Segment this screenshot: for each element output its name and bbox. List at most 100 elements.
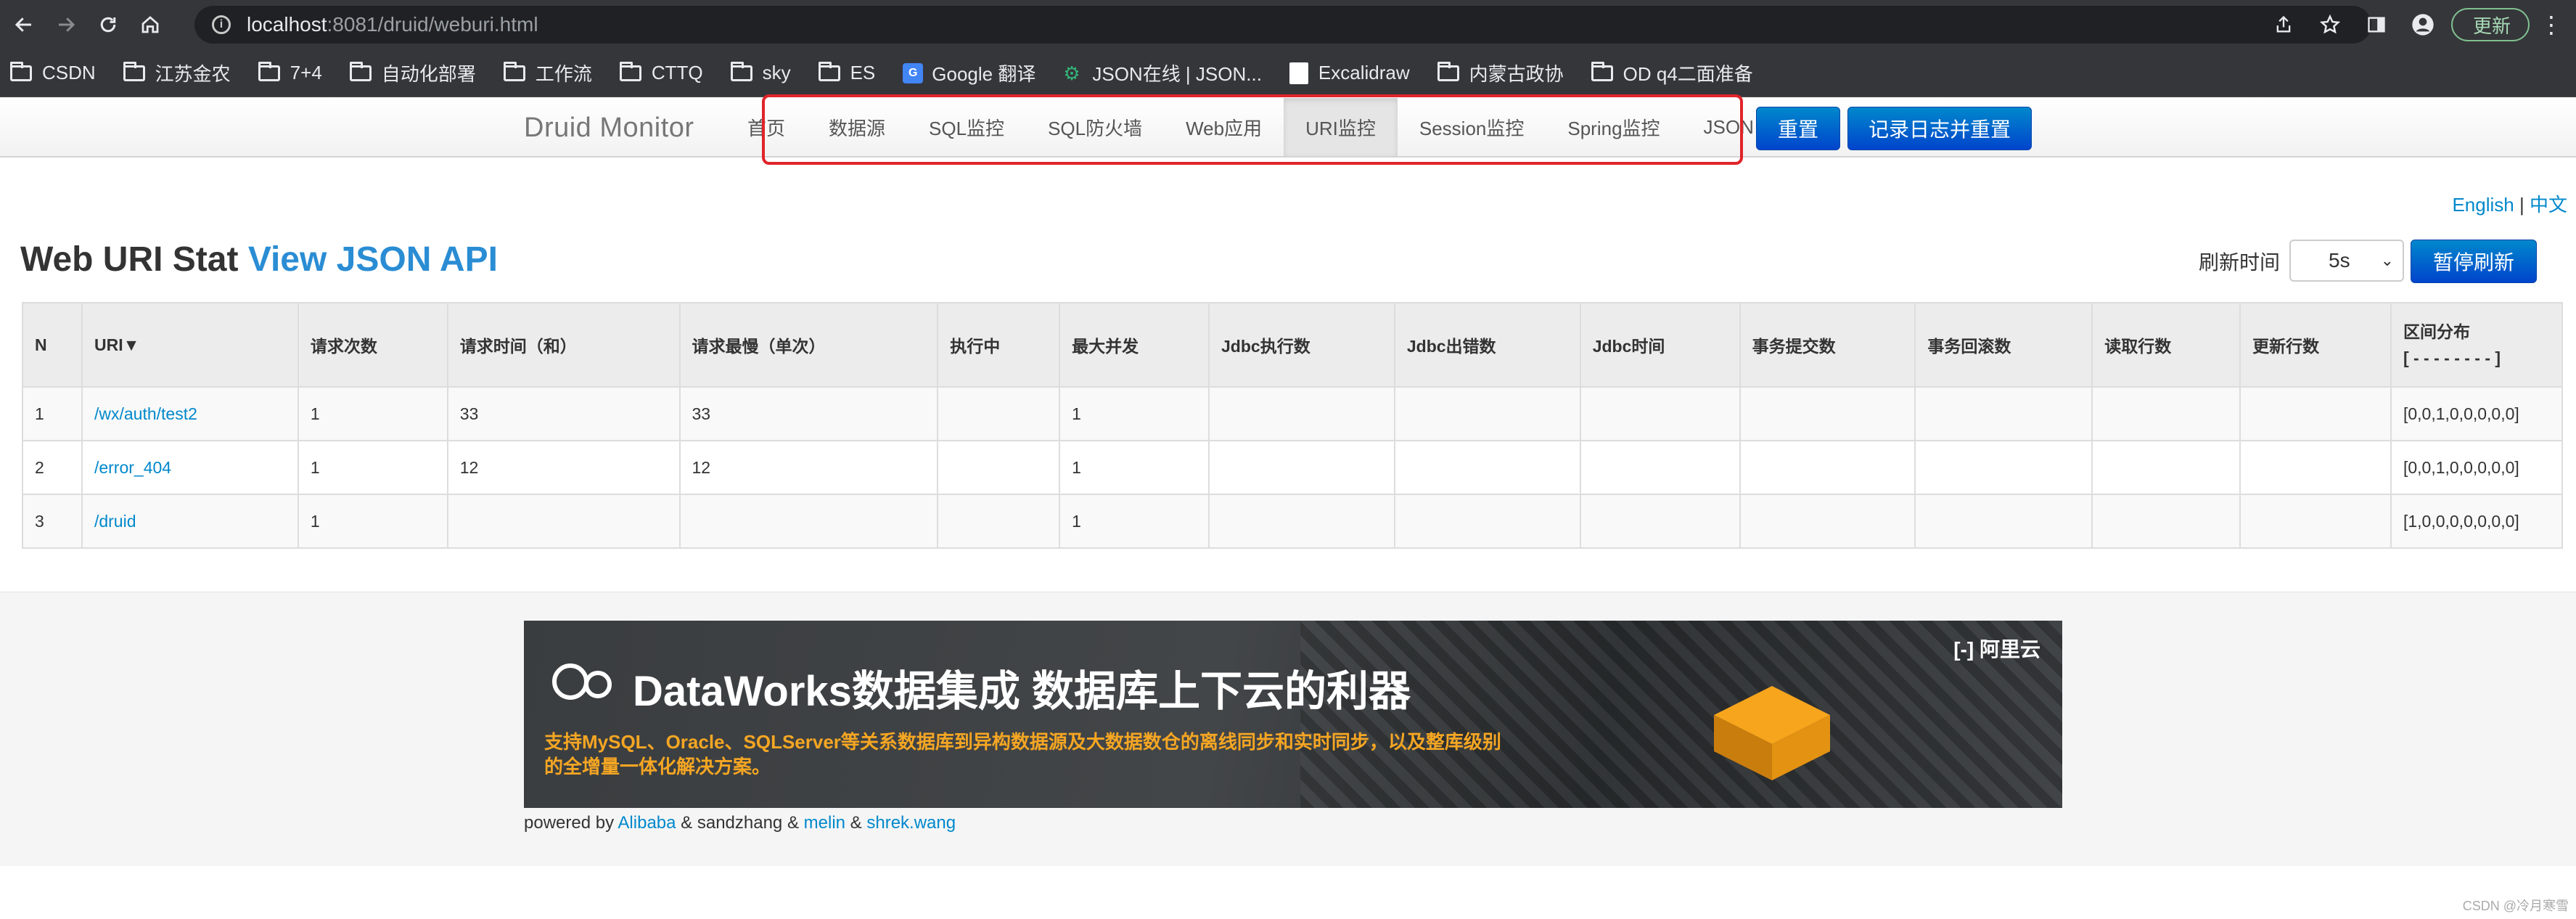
bookmark-star-button[interactable]: [2312, 7, 2348, 43]
col-header-max-concurrency[interactable]: 最大并发: [1059, 302, 1210, 388]
refresh-interval-select[interactable]: 5s ⌄: [2289, 240, 2404, 282]
browser-toolbar: i localhost:8081/druid/weburi.html 更新 ⋮: [0, 0, 2576, 49]
cell-request-slowest: 33: [678, 386, 939, 441]
col-header-update-rows[interactable]: 更新行数: [2239, 302, 2392, 388]
uri-link[interactable]: /wx/auth/test2: [94, 404, 197, 423]
col-header-jdbc-exec[interactable]: Jdbc执行数: [1208, 302, 1395, 388]
bookmark-label: sky: [762, 62, 791, 83]
cell-tx-commit: [1739, 386, 1916, 441]
col-header-request-time-sum[interactable]: 请求时间（和）: [446, 302, 681, 388]
col-header-jdbc-error[interactable]: Jdbc出错数: [1393, 302, 1581, 388]
profile-button[interactable]: [2405, 7, 2441, 43]
cell-fetch-rows: [2091, 440, 2241, 495]
col-header-running[interactable]: 执行中: [937, 302, 1061, 388]
bookmark-google-translate[interactable]: G Google 翻译: [903, 60, 1035, 86]
bookmark-csdn[interactable]: CSDN: [10, 61, 96, 84]
distribution-subtitle: [ - - - - - - - - ]: [2403, 348, 2501, 367]
folder-icon: [503, 61, 525, 81]
cell-tx-commit: [1739, 494, 1916, 549]
bookmark-7plus4[interactable]: 7+4: [258, 61, 322, 84]
view-json-api-link[interactable]: View JSON API: [248, 240, 498, 279]
reload-button[interactable]: [90, 7, 126, 43]
banner-title: DataWorks数据集成 数据库上下云的利器: [633, 668, 1411, 715]
col-header-jdbc-time[interactable]: Jdbc时间: [1579, 302, 1741, 388]
bookmark-od-q4[interactable]: OD q4二面准备: [1591, 60, 1753, 86]
cell-request-time-sum: 33: [446, 386, 681, 441]
folder-icon: [258, 61, 280, 81]
bookmark-label: 自动化部署: [381, 63, 476, 85]
menu-kebab-icon[interactable]: ⋮: [2540, 11, 2563, 38]
bookmark-cttq[interactable]: CTTQ: [619, 61, 703, 84]
cell-request-slowest: [678, 494, 939, 549]
bookmark-label: 工作流: [535, 63, 592, 85]
amp-1: &: [681, 813, 693, 833]
bookmark-label: Excalidraw: [1318, 62, 1410, 83]
cell-max-concurrency: 1: [1059, 386, 1210, 441]
col-header-request-count[interactable]: 请求次数: [297, 302, 448, 388]
cell-request-count: 1: [297, 440, 448, 495]
cell-jdbc-time: [1579, 386, 1741, 441]
bookmarks-bar: CSDN 江苏金农 7+4 自动化部署 工作流 CTTQ sky ES G Goo…: [0, 49, 2576, 97]
folder-icon: [1591, 61, 1613, 81]
col-header-request-slowest[interactable]: 请求最慢（单次）: [678, 302, 939, 388]
melin-link[interactable]: melin: [804, 813, 845, 833]
cell-jdbc-time: [1579, 440, 1741, 495]
uri-link[interactable]: /druid: [94, 512, 136, 531]
lang-english-link[interactable]: English: [2452, 194, 2514, 216]
page-title-text: Web URI Stat: [20, 240, 239, 279]
col-header-tx-commit[interactable]: 事务提交数: [1739, 302, 1916, 388]
log-and-reset-button[interactable]: 记录日志并重置: [1847, 107, 2032, 150]
cell-jdbc-exec: [1208, 440, 1395, 495]
update-button[interactable]: 更新: [2450, 8, 2530, 41]
table-header-row: N URI▼ 请求次数 请求时间（和） 请求最慢（单次） 执行中 最大并发 Jd…: [22, 302, 2564, 388]
bookmark-label: 7+4: [290, 62, 322, 83]
language-switch: English | 中文: [2452, 190, 2567, 217]
shrek-link[interactable]: shrek.wang: [866, 813, 956, 833]
forward-button[interactable]: [48, 7, 84, 43]
bookmark-label: Google 翻译: [932, 63, 1036, 85]
bookmark-deploy[interactable]: 自动化部署: [349, 60, 476, 86]
lang-chinese-link[interactable]: 中文: [2530, 194, 2567, 216]
bookmark-excalidraw[interactable]: Excalidraw: [1289, 62, 1410, 84]
col-header-uri[interactable]: URI▼: [81, 302, 299, 388]
share-button[interactable]: [2265, 7, 2302, 43]
brand-logo[interactable]: Druid Monitor: [524, 113, 694, 144]
bookmark-neimenggu[interactable]: 内蒙古政协: [1437, 60, 1564, 86]
table-row: 1 /wx/auth/test2 1 33 33 1 [0,0,1,0,0,0,…: [22, 386, 2564, 441]
arrow-left-icon: [15, 17, 31, 32]
side-panel-icon: [2368, 17, 2385, 33]
cell-jdbc-error: [1393, 440, 1581, 495]
cell-n: 3: [22, 494, 83, 549]
col-header-fetch-rows[interactable]: 读取行数: [2091, 302, 2241, 388]
distribution-title: 区间分布: [2403, 322, 2470, 341]
dataworks-ad-banner[interactable]: DataWorks数据集成 数据库上下云的利器 支持MySQL、Oracle、S…: [524, 621, 2062, 808]
home-icon: [141, 16, 159, 33]
lang-separator: |: [2519, 194, 2524, 216]
reset-button[interactable]: 重置: [1756, 107, 1840, 150]
side-panel-button[interactable]: [2358, 7, 2395, 43]
col-header-tx-rollback[interactable]: 事务回滚数: [1914, 302, 2093, 388]
bookmark-jiangsu[interactable]: 江苏金农: [123, 60, 231, 86]
uri-link[interactable]: /error_404: [94, 458, 171, 477]
nav-highlight-box: [762, 94, 1743, 165]
col-header-distribution[interactable]: 区间分布 [ - - - - - - - - ]: [2390, 302, 2564, 388]
col-header-n[interactable]: N: [22, 302, 83, 388]
bookmark-json-online[interactable]: ⚙ JSON在线 | JSON...: [1063, 60, 1262, 86]
bookmark-workflow[interactable]: 工作流: [503, 60, 592, 86]
bookmark-sky[interactable]: sky: [730, 61, 791, 84]
site-info-icon[interactable]: i: [212, 15, 231, 34]
pause-refresh-button[interactable]: 暂停刷新: [2411, 240, 2537, 283]
refresh-interval-value: 5s: [2329, 249, 2350, 271]
cell-max-concurrency: 1: [1059, 494, 1210, 549]
back-button[interactable]: [6, 7, 42, 43]
cell-fetch-rows: [2091, 386, 2241, 441]
bookmark-es[interactable]: ES: [818, 61, 875, 84]
cell-distribution: [0,0,1,0,0,0,0,0]: [2390, 386, 2564, 441]
address-bar[interactable]: i localhost:8081/druid/weburi.html: [194, 6, 2371, 44]
alibaba-link[interactable]: Alibaba: [618, 813, 676, 833]
home-button[interactable]: [132, 7, 168, 43]
cell-request-count: 1: [297, 494, 448, 549]
cell-tx-commit: [1739, 440, 1916, 495]
cell-n: 2: [22, 440, 83, 495]
cell-jdbc-exec: [1208, 494, 1395, 549]
